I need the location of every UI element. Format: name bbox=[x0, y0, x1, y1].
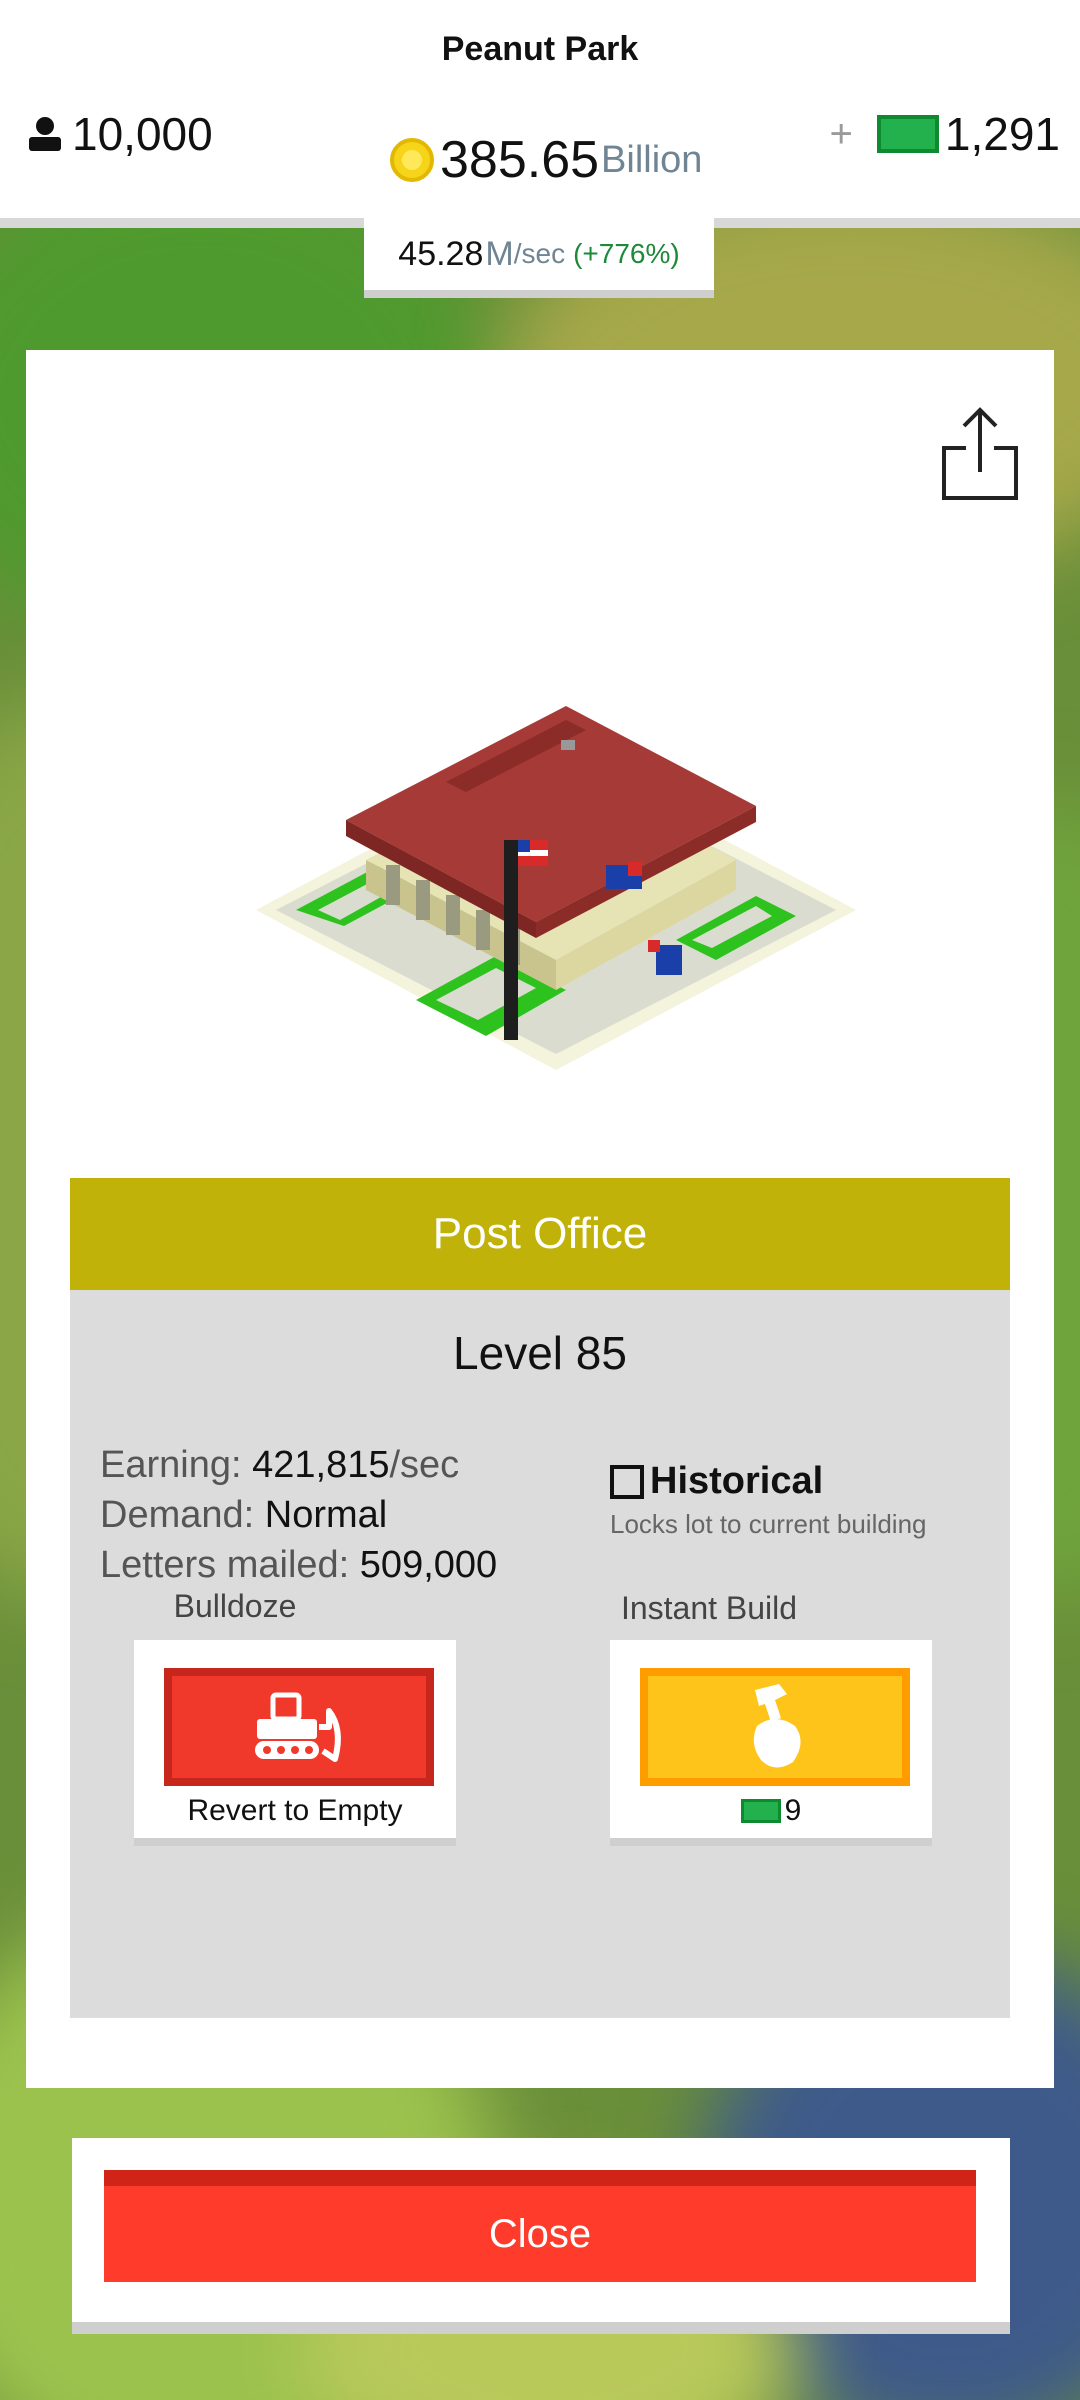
share-button[interactable] bbox=[936, 400, 1026, 510]
demand-row: Demand: Normal bbox=[100, 1490, 497, 1540]
population-value: 10,000 bbox=[72, 108, 213, 160]
instant-build-button[interactable] bbox=[640, 1668, 910, 1786]
rate-per: /sec bbox=[513, 238, 566, 269]
city-name: Peanut Park bbox=[441, 30, 639, 68]
close-container: Close bbox=[72, 2138, 1010, 2334]
earning-value: 421,815 bbox=[252, 1444, 390, 1486]
close-button[interactable]: Close bbox=[104, 2170, 976, 2282]
hammer-hand-icon bbox=[753, 1684, 801, 1768]
earning-label: Earning: bbox=[100, 1444, 242, 1486]
bill-icon bbox=[740, 1799, 781, 1823]
letters-row: Letters mailed: 509,000 bbox=[100, 1540, 497, 1590]
demand-label: Demand: bbox=[100, 1494, 255, 1536]
bucks-counter[interactable]: + 1,291 bbox=[830, 104, 1060, 164]
person-icon bbox=[29, 117, 61, 151]
building-dialog: Post Office Level 85 Earning: 421,815/se… bbox=[26, 350, 1054, 2088]
historical-label: Historical bbox=[650, 1460, 824, 1502]
instant-build-cost: 9 bbox=[610, 1794, 932, 1828]
rate-unit: M bbox=[485, 234, 514, 273]
instant-build-cost-value: 9 bbox=[784, 1794, 802, 1827]
coin-icon bbox=[390, 138, 434, 182]
historical-toggle[interactable]: Historical Locks lot to current building bbox=[610, 1460, 950, 1540]
bulldoze-caption: Revert to Empty bbox=[187, 1794, 403, 1827]
instant-build-card: 9 bbox=[610, 1640, 932, 1846]
cash-value: 385.65 bbox=[440, 131, 600, 189]
post-office-illustration bbox=[256, 706, 856, 1070]
status-bar: Peanut Park 10,000 385.65 Billion + 1,29… bbox=[0, 0, 1080, 218]
earning-unit: /sec bbox=[389, 1444, 460, 1486]
cash-unit: Billion bbox=[601, 138, 703, 181]
cash-counter[interactable]: 385.65 Billion bbox=[390, 130, 702, 190]
historical-description: Locks lot to current building bbox=[610, 1509, 927, 1539]
instant-build-title: Instant Build bbox=[620, 1590, 798, 1626]
letters-label: Letters mailed: bbox=[100, 1544, 350, 1586]
bucks-value: 1,291 bbox=[944, 108, 1060, 160]
building-level: Level 85 bbox=[453, 1327, 627, 1379]
building-stats: Earning: 421,815/sec Demand: Normal Lett… bbox=[100, 1440, 497, 1590]
earning-row: Earning: 421,815/sec bbox=[100, 1440, 497, 1490]
share-icon bbox=[942, 407, 1018, 500]
bill-icon bbox=[876, 115, 939, 153]
letters-value: 509,000 bbox=[359, 1544, 498, 1586]
rate-value: 45.28 bbox=[398, 234, 484, 273]
building-name: Post Office bbox=[70, 1178, 1010, 1290]
add-bucks-button[interactable]: + bbox=[830, 112, 853, 157]
rate-change: (+776%) bbox=[573, 238, 680, 269]
bulldozer-icon bbox=[255, 1692, 341, 1762]
population-counter[interactable]: 10,000 bbox=[26, 104, 213, 164]
income-rate: 45.28 M /sec (+776%) bbox=[364, 218, 714, 298]
demand-value: Normal bbox=[264, 1494, 388, 1536]
building-info: Level 85 Earning: 421,815/sec Demand: No… bbox=[70, 1290, 1010, 2018]
historical-checkbox[interactable] bbox=[610, 1464, 644, 1499]
bulldoze-button[interactable] bbox=[164, 1668, 434, 1786]
bulldoze-card: Revert to Empty bbox=[134, 1640, 456, 1846]
bulldoze-title: Bulldoze bbox=[173, 1588, 297, 1624]
